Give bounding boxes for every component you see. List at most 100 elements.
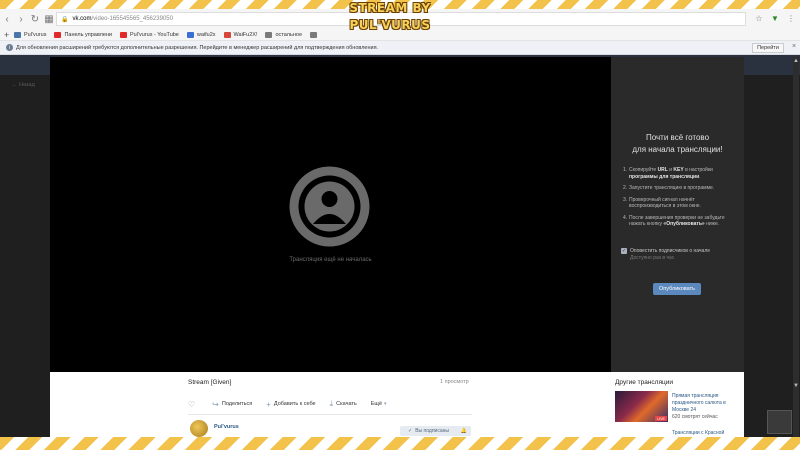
url-host: vk.com — [72, 16, 92, 22]
extension-icon[interactable]: ▼ — [770, 12, 780, 24]
step-bold-key: KEY — [673, 167, 684, 173]
notify-label: Оповестить подписчиков о начале — [630, 248, 711, 254]
youtube-icon — [120, 31, 128, 38]
notify-sublabel: Доступно раз в час — [630, 254, 675, 261]
step-bold-publish: «Опубликовать» — [663, 221, 705, 227]
heart-icon: ♡ — [188, 399, 196, 409]
bookmark-folder[interactable] — [310, 31, 320, 38]
lock-icon: 🔒 — [61, 16, 69, 23]
download-button[interactable]: ⤓ Скачать — [330, 399, 357, 409]
bookmark-label: WaiFu2X! — [233, 31, 258, 38]
setup-step: 1. Скопируйте URL и KEY в настройки прог… — [623, 167, 738, 180]
page-scrollbar[interactable] — [793, 57, 799, 437]
setup-step: 2. Запустите трансляцию в программе. — [623, 185, 738, 192]
other-stream-next-link[interactable]: Трансляции с Красной — [672, 430, 724, 436]
share-button[interactable]: ↪ Поделиться — [212, 400, 252, 409]
other-streams-title: Другие трансляции — [615, 379, 673, 386]
back-link: ← Назад — [12, 82, 35, 88]
bookmark-label: Панель управлени — [64, 31, 113, 38]
setup-steps: 1. Скопируйте URL и KEY в настройки прог… — [623, 167, 738, 233]
video-title: Stream [Given] — [188, 379, 232, 386]
bookmark-favicon-icon — [14, 31, 21, 38]
stream-overlay-stripes-bottom — [0, 437, 800, 450]
reload-icon[interactable]: ↻ — [28, 12, 42, 26]
bookmark-label: waifu2x — [196, 31, 216, 38]
plus-icon: + — [266, 399, 271, 409]
author-name[interactable]: Pul'vurus — [214, 424, 239, 430]
download-label: Скачать — [336, 401, 357, 407]
bookmark-favicon-icon — [186, 31, 194, 38]
notify-checkbox[interactable]: ✓ — [621, 248, 627, 254]
bookmark-label: Pul'vurus - YouTube — [130, 31, 179, 38]
add-to-mine-button[interactable]: + Добавить к себе — [266, 400, 315, 409]
setup-title-line2: для начала трансляции! — [632, 145, 723, 154]
step-text-part: в настройки — [683, 167, 713, 173]
extension-infobar: i Для обновления расширений требуются до… — [0, 41, 800, 55]
infobar-go-button[interactable]: Перейти — [752, 43, 784, 53]
bookmark-item[interactable]: Pul'vurus — [14, 31, 47, 38]
bookmark-folder[interactable]: остальное — [265, 31, 303, 38]
step-text: После завершения проверки не забудьте на… — [629, 215, 738, 228]
scroll-up-arrow-icon[interactable]: ▲ — [793, 58, 799, 64]
webcam-overlay — [767, 410, 792, 434]
folder-icon — [310, 31, 318, 38]
divider — [188, 414, 472, 415]
bookmark-item[interactable]: WaiFu2X! — [223, 31, 258, 38]
setup-step: 4. После завершения проверки не забудьте… — [623, 215, 738, 228]
other-stream-viewers: 620 смотрят сейчас — [672, 414, 718, 420]
info-icon: i — [6, 44, 13, 51]
step-text: Скопируйте URL и KEY в настройки програм… — [629, 167, 738, 180]
step-text: Проверочный сигнал начнёт воспроизводить… — [629, 196, 701, 210]
bookmark-item[interactable]: Панель управлени — [54, 31, 113, 38]
step-text-part: ниже. — [704, 221, 720, 227]
bookmark-label: остальное — [275, 31, 303, 38]
bookmark-item[interactable]: Pul'vurus - YouTube — [120, 31, 179, 38]
notify-subscribers-option[interactable]: ✓ Оповестить подписчиков о начале Доступ… — [621, 248, 710, 261]
share-label: Поделиться — [221, 401, 253, 407]
menu-icon[interactable]: ⋮ — [786, 12, 796, 24]
url-path: /video-165545565_456239050 — [91, 16, 173, 22]
more-label: Ещё — [370, 401, 383, 407]
bell-icon[interactable]: 🔔 — [461, 428, 467, 434]
stream-overlay-title: STREAM BY PUL'VURUS — [349, 1, 431, 32]
check-icon: ✓ — [408, 428, 413, 434]
chevron-down-icon: ▾ — [384, 401, 387, 407]
stream-status-text: Трансляция ещё не началась — [289, 257, 372, 263]
view-count: 1 просмотр — [440, 379, 469, 385]
add-bookmark-icon[interactable]: + — [4, 30, 14, 40]
scroll-down-arrow-icon[interactable]: ▼ — [793, 383, 799, 389]
forward-arrow-icon[interactable]: › — [14, 12, 28, 26]
other-stream-title[interactable]: Прямая трансляция праздничного салюта в … — [672, 393, 740, 414]
share-icon: ↪ — [212, 399, 219, 409]
bookmark-label: Pul'vurus — [24, 31, 47, 38]
more-button[interactable]: Ещё ▾ — [371, 401, 390, 407]
bookmark-star-icon[interactable]: ☆ — [754, 12, 764, 24]
close-icon[interactable]: × — [792, 43, 796, 50]
step-text: Запустите трансляцию в программе. — [629, 185, 715, 191]
video-actions: ♡ ↪ Поделиться + Добавить к себе ⤓ Скачать … — [188, 399, 404, 409]
like-button[interactable]: ♡ — [188, 400, 198, 409]
add-label: Добавить к себе — [273, 401, 316, 407]
folder-icon — [265, 31, 273, 38]
infobar-text: Для обновления расширений требуются допо… — [16, 44, 379, 51]
step-bold-url: URL — [657, 167, 668, 173]
broadcast-avatar-icon — [289, 166, 370, 247]
youtube-icon — [54, 31, 62, 38]
bookmark-favicon-icon — [223, 31, 231, 38]
step-text-part: . — [699, 173, 701, 180]
back-arrow-icon[interactable]: ‹ — [0, 12, 14, 26]
stream-setup-panel: Почти всё готово для начала трансляции! … — [611, 57, 744, 372]
setup-title: Почти всё готово для начала трансляции! — [611, 132, 744, 156]
live-badge: LIVE — [655, 416, 667, 421]
apps-grid-icon[interactable]: ▦ — [42, 12, 56, 26]
step-text-part: Скопируйте — [629, 167, 658, 173]
setup-step: 3. Проверочный сигнал начнёт воспроизвод… — [623, 197, 738, 210]
step-bold-program: программы для трансляции — [629, 173, 700, 180]
subscribed-button[interactable]: ✓ Вы подписаны 🔔 — [400, 426, 471, 436]
publish-button[interactable]: Опубликовать — [653, 283, 701, 295]
setup-title-line1: Почти всё готово — [645, 133, 710, 142]
download-icon: ⤓ — [329, 399, 334, 408]
bookmark-item[interactable]: waifu2x — [186, 31, 216, 38]
avatar[interactable] — [190, 420, 208, 437]
subscribed-label: Вы подписаны — [415, 428, 449, 434]
